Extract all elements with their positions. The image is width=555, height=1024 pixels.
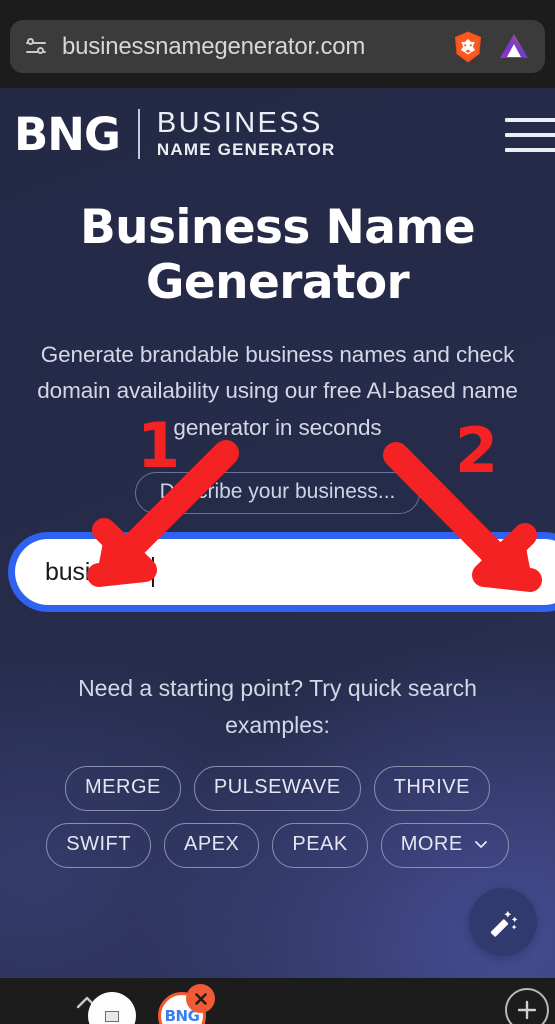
chip-label: MERGE: [85, 775, 161, 798]
chip-swift[interactable]: SWIFT: [46, 822, 151, 868]
hamburger-menu-icon[interactable]: [505, 118, 555, 152]
url-text[interactable]: businessnamegenerator.com: [62, 33, 439, 61]
annotation-number-1: 1: [137, 409, 181, 482]
chip-label: PEAK: [292, 832, 348, 855]
search-container: business: [8, 532, 555, 613]
chip-pulsewave[interactable]: PULSEWAVE: [193, 765, 361, 811]
chip-thrive[interactable]: THRIVE: [373, 765, 490, 811]
screen: businessnamegenerator.com BNG BUSINESS N…: [0, 0, 555, 1024]
chip-peak[interactable]: PEAK: [272, 822, 368, 868]
close-tab-button[interactable]: [186, 984, 215, 1013]
logo-line-name-generator: NAME GENERATOR: [156, 139, 336, 159]
text-caret: [152, 557, 155, 588]
magic-wand-sparkles-icon: [490, 910, 518, 937]
chip-label: PULSEWAVE: [213, 775, 341, 798]
page-thumbnail-icon: [105, 1010, 119, 1022]
logo-mark: BNG: [14, 107, 121, 161]
quick-search-chips: MERGE PULSEWAVE THRIVE SWIFT APEX PEAK M…: [0, 765, 555, 868]
bat-triangle-icon[interactable]: [497, 30, 531, 64]
search-input-value: business: [45, 557, 143, 586]
magic-wand-fab-button[interactable]: [469, 888, 537, 956]
logo-line-business: BUSINESS: [156, 107, 323, 140]
tune-sliders-icon[interactable]: [24, 34, 50, 60]
chip-merge[interactable]: MERGE: [65, 765, 181, 811]
chip-label: APEX: [184, 832, 240, 855]
search-input[interactable]: business: [15, 539, 555, 606]
chip-label: MORE: [400, 832, 463, 855]
search-row: business: [0, 532, 555, 616]
page-content: BNG BUSINESS NAME GENERATOR Business Nam…: [0, 88, 555, 978]
logo-wordmark: BUSINESS NAME GENERATOR: [156, 107, 336, 159]
chip-label: SWIFT: [66, 832, 131, 855]
site-header: BNG BUSINESS NAME GENERATOR: [0, 88, 555, 180]
chip-more[interactable]: MORE: [380, 822, 509, 868]
quick-search-note: Need a starting point? Try quick search …: [78, 675, 477, 739]
chevron-down-icon: [474, 841, 487, 849]
brave-lion-icon[interactable]: [451, 30, 485, 64]
new-tab-button[interactable]: [505, 988, 549, 1024]
browser-chrome: businessnamegenerator.com: [0, 0, 555, 88]
chip-label: THRIVE: [393, 775, 470, 798]
site-logo[interactable]: BNG BUSINESS NAME GENERATOR: [14, 109, 336, 159]
chip-apex[interactable]: APEX: [164, 822, 260, 868]
plus-icon: [517, 1000, 537, 1020]
close-x-icon: [194, 992, 207, 1005]
address-bar[interactable]: businessnamegenerator.com: [10, 20, 545, 73]
logo-divider: [137, 109, 140, 159]
page-title: Business Name Generator: [79, 200, 476, 311]
annotation-number-2: 2: [455, 414, 499, 487]
hero-subtitle: Generate brandable business names and ch…: [37, 341, 518, 440]
browser-bottom-nav: BNG: [0, 978, 555, 1024]
